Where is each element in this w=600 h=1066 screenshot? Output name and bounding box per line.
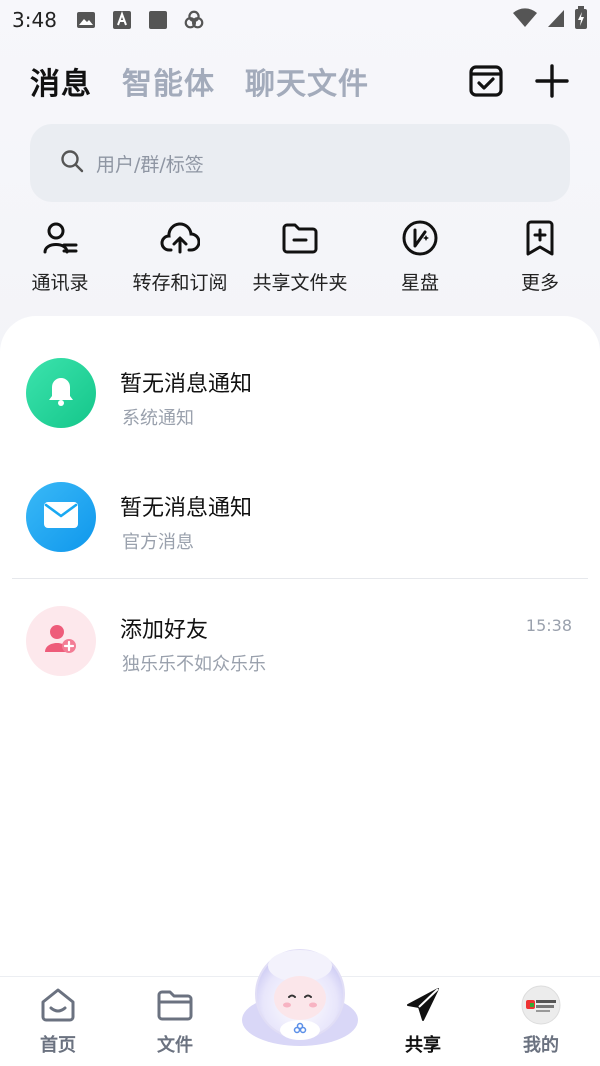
search-placeholder: 用户/群/标签 (96, 153, 204, 176)
search-bar[interactable]: 用户/群/标签 (30, 124, 570, 202)
status-right (512, 6, 588, 34)
profile-avatar-icon (521, 985, 561, 1025)
battery-charging-icon (574, 6, 588, 34)
cloud-app-notification-icon (183, 9, 205, 31)
bookmark-plus-icon (520, 218, 560, 258)
quick-action-shared-folder[interactable]: 共享文件夹 (240, 218, 360, 298)
list-item-system-notice[interactable]: 暂无消息通知 系统通知 (0, 340, 600, 450)
header: 消息 智能体 聊天文件 (30, 56, 570, 106)
item-title: 暂无消息通知 (120, 496, 253, 521)
item-subtitle: 官方消息 (122, 532, 194, 553)
home-face-icon (38, 985, 78, 1025)
add-friend-icon (43, 622, 79, 660)
status-bar: 3:48 (0, 0, 600, 40)
calendar-check-icon[interactable] (468, 63, 504, 99)
quick-action-star-disk[interactable]: 星盘 (360, 218, 480, 298)
cloud-upload-icon (160, 218, 200, 258)
message-list: 暂无消息通知 系统通知 暂无消息通知 官方消息 添加好友 独乐乐不如众乐乐 15… (0, 316, 600, 976)
quick-action-label: 转存和订阅 (132, 272, 228, 294)
font-notification-icon (111, 9, 133, 31)
quick-action-label: 共享文件夹 (252, 272, 348, 294)
divider (12, 578, 588, 579)
folder-icon (155, 985, 195, 1025)
square-notification-icon (147, 9, 169, 31)
bell-icon (44, 374, 78, 412)
status-time: 3:48 (12, 8, 57, 32)
star-disk-icon (400, 218, 440, 258)
item-time: 15:38 (525, 616, 572, 635)
nav-label: 我的 (523, 1035, 559, 1056)
quick-action-label: 通讯录 (31, 272, 89, 294)
item-title: 添加好友 (120, 618, 209, 643)
paper-plane-icon (403, 985, 443, 1025)
wifi-icon (512, 8, 538, 32)
nav-files[interactable]: 文件 (130, 985, 220, 1057)
list-item-official-message[interactable]: 暂无消息通知 官方消息 (0, 464, 600, 574)
contacts-icon (40, 218, 80, 258)
item-subtitle: 系统通知 (122, 408, 194, 429)
folder-minus-icon (280, 218, 320, 258)
quick-action-save-subscribe[interactable]: 转存和订阅 (120, 218, 240, 298)
header-actions (468, 63, 570, 99)
plus-icon[interactable] (534, 63, 570, 99)
ai-mascot-button[interactable] (240, 942, 360, 1052)
tab-messages[interactable]: 消息 (30, 59, 92, 103)
nav-profile[interactable]: 我的 (496, 985, 586, 1057)
nav-label: 共享 (405, 1035, 441, 1056)
cell-signal-icon (546, 8, 566, 32)
quick-action-label: 星盘 (400, 272, 439, 294)
nav-share[interactable]: 共享 (378, 985, 468, 1057)
list-item-add-friend[interactable]: 添加好友 独乐乐不如众乐乐 15:38 (0, 588, 600, 698)
item-subtitle: 独乐乐不如众乐乐 (122, 654, 266, 675)
quick-action-more[interactable]: 更多 (480, 218, 600, 298)
tab-chat-files[interactable]: 聊天文件 (245, 59, 369, 103)
tab-agents[interactable]: 智能体 (122, 59, 215, 103)
nav-home[interactable]: 首页 (13, 985, 103, 1057)
avatar (26, 482, 96, 552)
item-title: 暂无消息通知 (120, 372, 253, 397)
nav-label: 首页 (40, 1035, 76, 1056)
avatar (26, 358, 96, 428)
quick-action-contacts[interactable]: 通讯录 (0, 218, 120, 298)
quick-actions: 通讯录 转存和订阅 共享文件夹 星盘 更多 (0, 218, 600, 298)
mail-icon (43, 501, 79, 533)
nav-label: 文件 (157, 1035, 193, 1056)
avatar (26, 606, 96, 676)
search-icon (60, 149, 84, 177)
mascot-icon (242, 949, 358, 1046)
quick-action-label: 更多 (520, 272, 559, 294)
image-notification-icon (75, 9, 97, 31)
